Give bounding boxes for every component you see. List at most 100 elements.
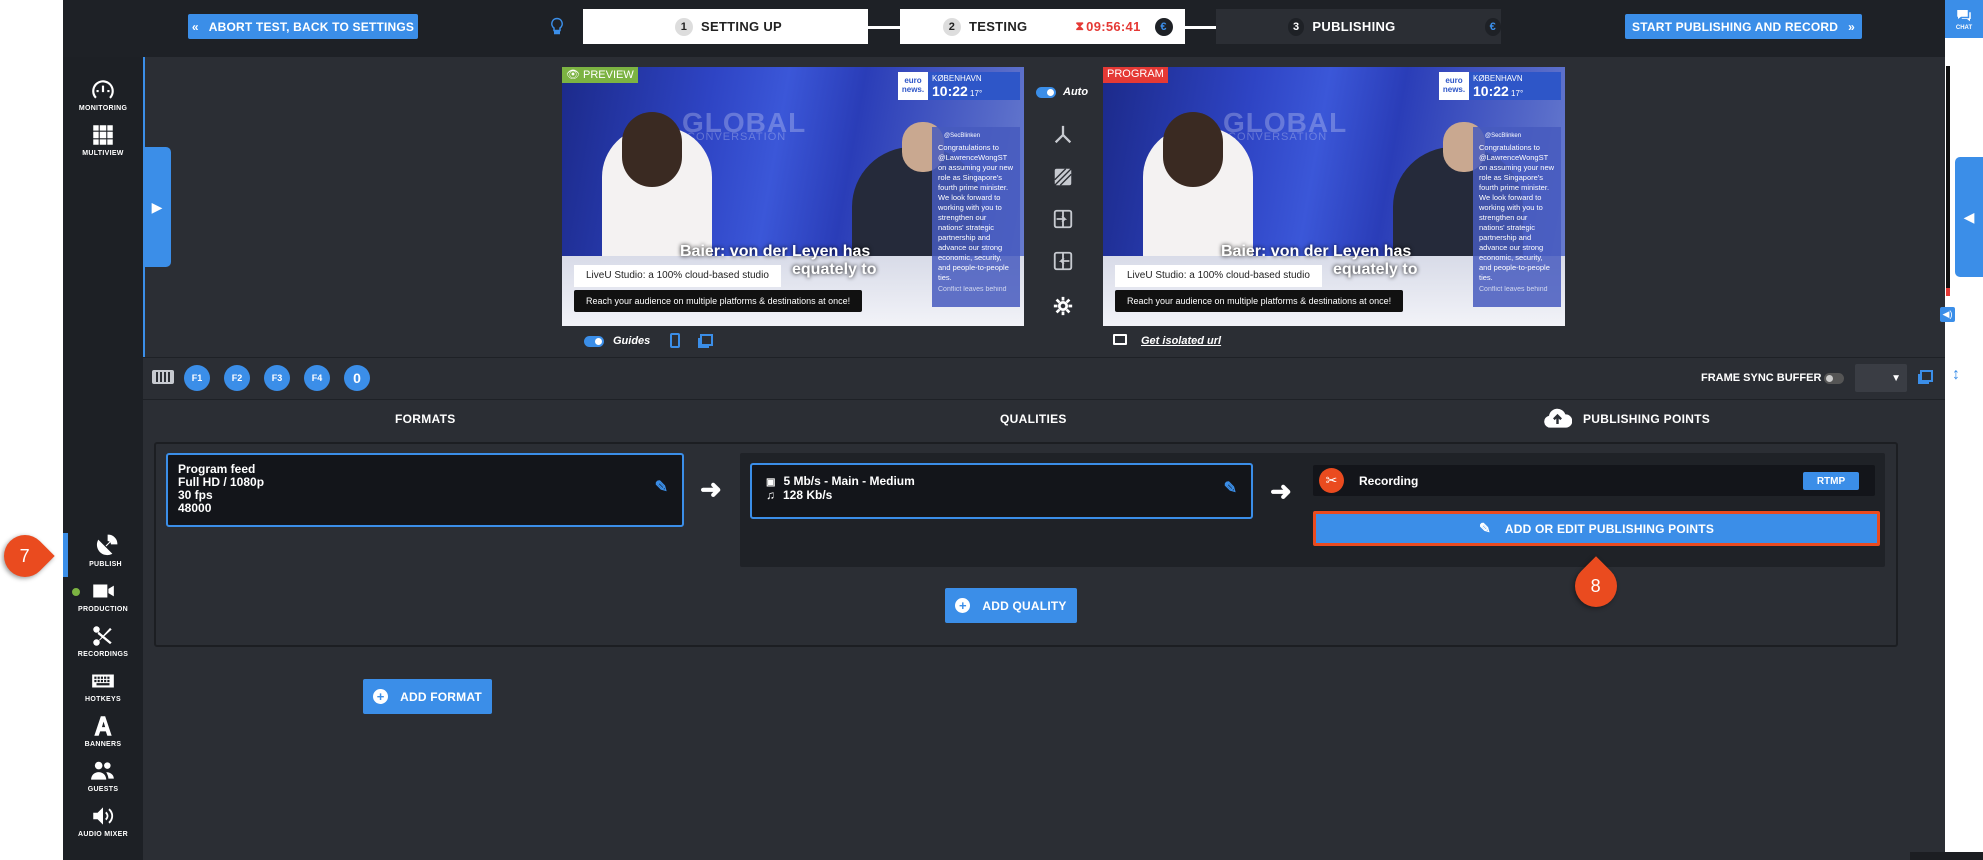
sidebar-item-banners[interactable]: BANNERS <box>63 713 143 757</box>
auto-label: Auto <box>1063 86 1089 98</box>
publishing-point-row[interactable]: ✂ Recording RTMP <box>1313 465 1875 496</box>
scissors-icon: ✂ <box>1319 468 1344 493</box>
format-resolution: Full HD / 1080p <box>178 475 265 489</box>
program-video[interactable]: GLOBAL CONVERSATION euro news. KØBENHAVN… <box>1103 67 1565 326</box>
grid-icon <box>93 125 113 145</box>
tweet-panel: @SecBlinken Congratulations to @LawrenceW… <box>932 127 1020 307</box>
tweet-handle: @SecBlinken <box>1485 133 1522 139</box>
left-panel-toggle[interactable]: ▶ <box>143 147 171 267</box>
pencil-icon: ✎ <box>1478 520 1491 536</box>
sidebar-item-label: MONITORING <box>78 105 128 112</box>
preview-video[interactable]: GLOBAL CONVERSATION euro news. KØBENHAVN… <box>562 67 1024 326</box>
plus-circle-icon: + <box>373 689 389 704</box>
sidebar-item-recordings[interactable]: RECORDINGS <box>63 623 143 667</box>
pencil-icon[interactable]: ✎ <box>1224 481 1237 497</box>
hotkey-zero-button[interactable]: 0 <box>344 365 370 391</box>
qualities-header: QUALITIES <box>1000 412 1067 426</box>
add-edit-publishing-points-button[interactable]: ✎ ADD OR EDIT PUBLISHING POINTS <box>1313 511 1880 546</box>
sidebar: MONITORING MULTIVIEW PUBLISH PRODUCTION … <box>63 57 143 860</box>
abort-test-button[interactable]: « ABORT TEST, BACK TO SETTINGS <box>188 14 418 39</box>
euro-icon: € <box>1484 17 1501 36</box>
volume-icon[interactable]: ◀) <box>1940 307 1955 322</box>
tweet-text: Congratulations to @LawrenceWongST on as… <box>938 143 1014 282</box>
lower-third-subtitle: Reach your audience on multiple platform… <box>1115 290 1404 312</box>
fade-transition-icon[interactable] <box>1050 164 1076 190</box>
sidebar-item-hotkeys[interactable]: HOTKEYS <box>63 668 143 712</box>
clock-time: 10:22 <box>932 83 968 99</box>
tweet-text: Congratulations to @LawrenceWongST on as… <box>1479 143 1555 282</box>
sidebar-item-guests[interactable]: GUESTS <box>63 758 143 802</box>
frame-sync-label: FRAME SYNC BUFFER <box>1701 372 1822 384</box>
step-timer: 09:56:41 <box>1086 19 1141 34</box>
sidebar-item-audio-mixer[interactable]: AUDIO MIXER <box>63 803 143 847</box>
auto-toggle[interactable] <box>1036 87 1056 98</box>
lightbulb-icon[interactable] <box>548 14 566 38</box>
clock-widget: KØBENHAVN 10:22 17° <box>928 72 1020 100</box>
publishing-point-name: Recording <box>1359 474 1419 488</box>
slide-in-transition-icon[interactable] <box>1050 206 1076 232</box>
isolated-url-link[interactable]: Get isolated url <box>1141 335 1221 347</box>
mobile-icon[interactable] <box>670 333 680 348</box>
gauge-icon <box>92 80 114 99</box>
bottom-corner-bar <box>1910 852 1983 860</box>
scissors-icon <box>93 626 112 646</box>
headline-line-2: equately to <box>792 261 877 278</box>
keyboard-icon <box>92 674 114 688</box>
step-label: PUBLISHING <box>1312 19 1396 34</box>
headline-line-1: Baier: von der Leyen has <box>680 243 871 260</box>
step-number: 1 <box>675 17 693 36</box>
sidebar-item-production[interactable]: PRODUCTION <box>63 578 143 622</box>
sidebar-item-label: BANNERS <box>84 741 122 748</box>
format-card[interactable]: Program feed Full HD / 1080p 30 fps 4800… <box>166 453 684 527</box>
sidebar-item-multiview[interactable]: MULTIVIEW <box>63 122 143 166</box>
right-panel-toggle[interactable]: ◀ <box>1955 157 1983 277</box>
plus-circle-icon: + <box>955 598 971 613</box>
sidebar-item-label: GUESTS <box>87 786 119 793</box>
cut-transition-icon[interactable] <box>1050 122 1076 148</box>
audio-level-meter <box>1946 66 1950 296</box>
divider <box>143 399 1945 400</box>
guides-toggle[interactable] <box>584 336 604 347</box>
abort-test-label: ABORT TEST, BACK TO SETTINGS <box>208 19 415 34</box>
clock-time: 10:22 <box>1473 83 1509 99</box>
chevron-right-icon: ▶ <box>151 198 163 215</box>
copy-icon[interactable] <box>1920 370 1933 382</box>
frame-sync-toggle[interactable] <box>1824 373 1844 384</box>
speaker-icon <box>93 807 114 825</box>
font-icon <box>94 716 112 736</box>
sidebar-item-publish[interactable]: PUBLISH <box>63 533 143 577</box>
clock-city: KØBENHAVN <box>1473 74 1523 83</box>
clock-temp: 17° <box>1511 89 1524 98</box>
sidebar-item-label: PRODUCTION <box>77 606 129 613</box>
step-number: 3 <box>1288 17 1305 36</box>
lower-third-subtitle: Reach your audience on multiple platform… <box>574 290 863 312</box>
start-publishing-button[interactable]: START PUBLISHING AND RECORD » <box>1625 14 1862 39</box>
quality-card[interactable]: ▣ 5 Mb/s - Main - Medium ♫ 128 Kb/s ✎ <box>750 463 1253 519</box>
step-testing: 2 TESTING ⧗ 09:56:41 € <box>900 9 1185 44</box>
hotkey-f4-button[interactable]: F4 <box>304 365 330 391</box>
hotkey-f2-button[interactable]: F2 <box>224 365 250 391</box>
vertical-resize-icon[interactable]: ↕ <box>1952 366 1960 384</box>
sidebar-item-monitoring[interactable]: MONITORING <box>63 77 143 121</box>
step-label: SETTING UP <box>701 19 783 34</box>
presenter-head <box>1163 112 1223 187</box>
sidebar-item-label: PUBLISH <box>89 561 122 568</box>
hourglass-icon: ⧗ <box>1075 19 1085 33</box>
headline-line-2: equately to <box>1333 261 1418 278</box>
copy-icon[interactable] <box>700 334 713 346</box>
guides-label: Guides <box>613 335 651 347</box>
hotkey-f1-button[interactable]: F1 <box>184 365 210 391</box>
preview-tag-label: PREVIEW <box>583 69 634 81</box>
frame-sync-select[interactable]: ▼ <box>1855 364 1907 392</box>
hotkey-f3-button[interactable]: F3 <box>264 365 290 391</box>
keyboard-icon[interactable] <box>152 370 174 384</box>
pencil-icon[interactable]: ✎ <box>655 480 668 496</box>
app-window: MONITORING MULTIVIEW PUBLISH PRODUCTION … <box>0 0 1983 860</box>
slide-out-transition-icon[interactable] <box>1050 248 1076 274</box>
callout-number: 7 <box>19 545 31 566</box>
euro-icon: € <box>1154 17 1173 36</box>
gear-icon[interactable] <box>1050 293 1076 319</box>
add-format-button[interactable]: + ADD FORMAT <box>363 679 492 714</box>
chat-button[interactable]: CHAT <box>1945 0 1983 38</box>
add-quality-button[interactable]: + ADD QUALITY <box>945 588 1077 623</box>
